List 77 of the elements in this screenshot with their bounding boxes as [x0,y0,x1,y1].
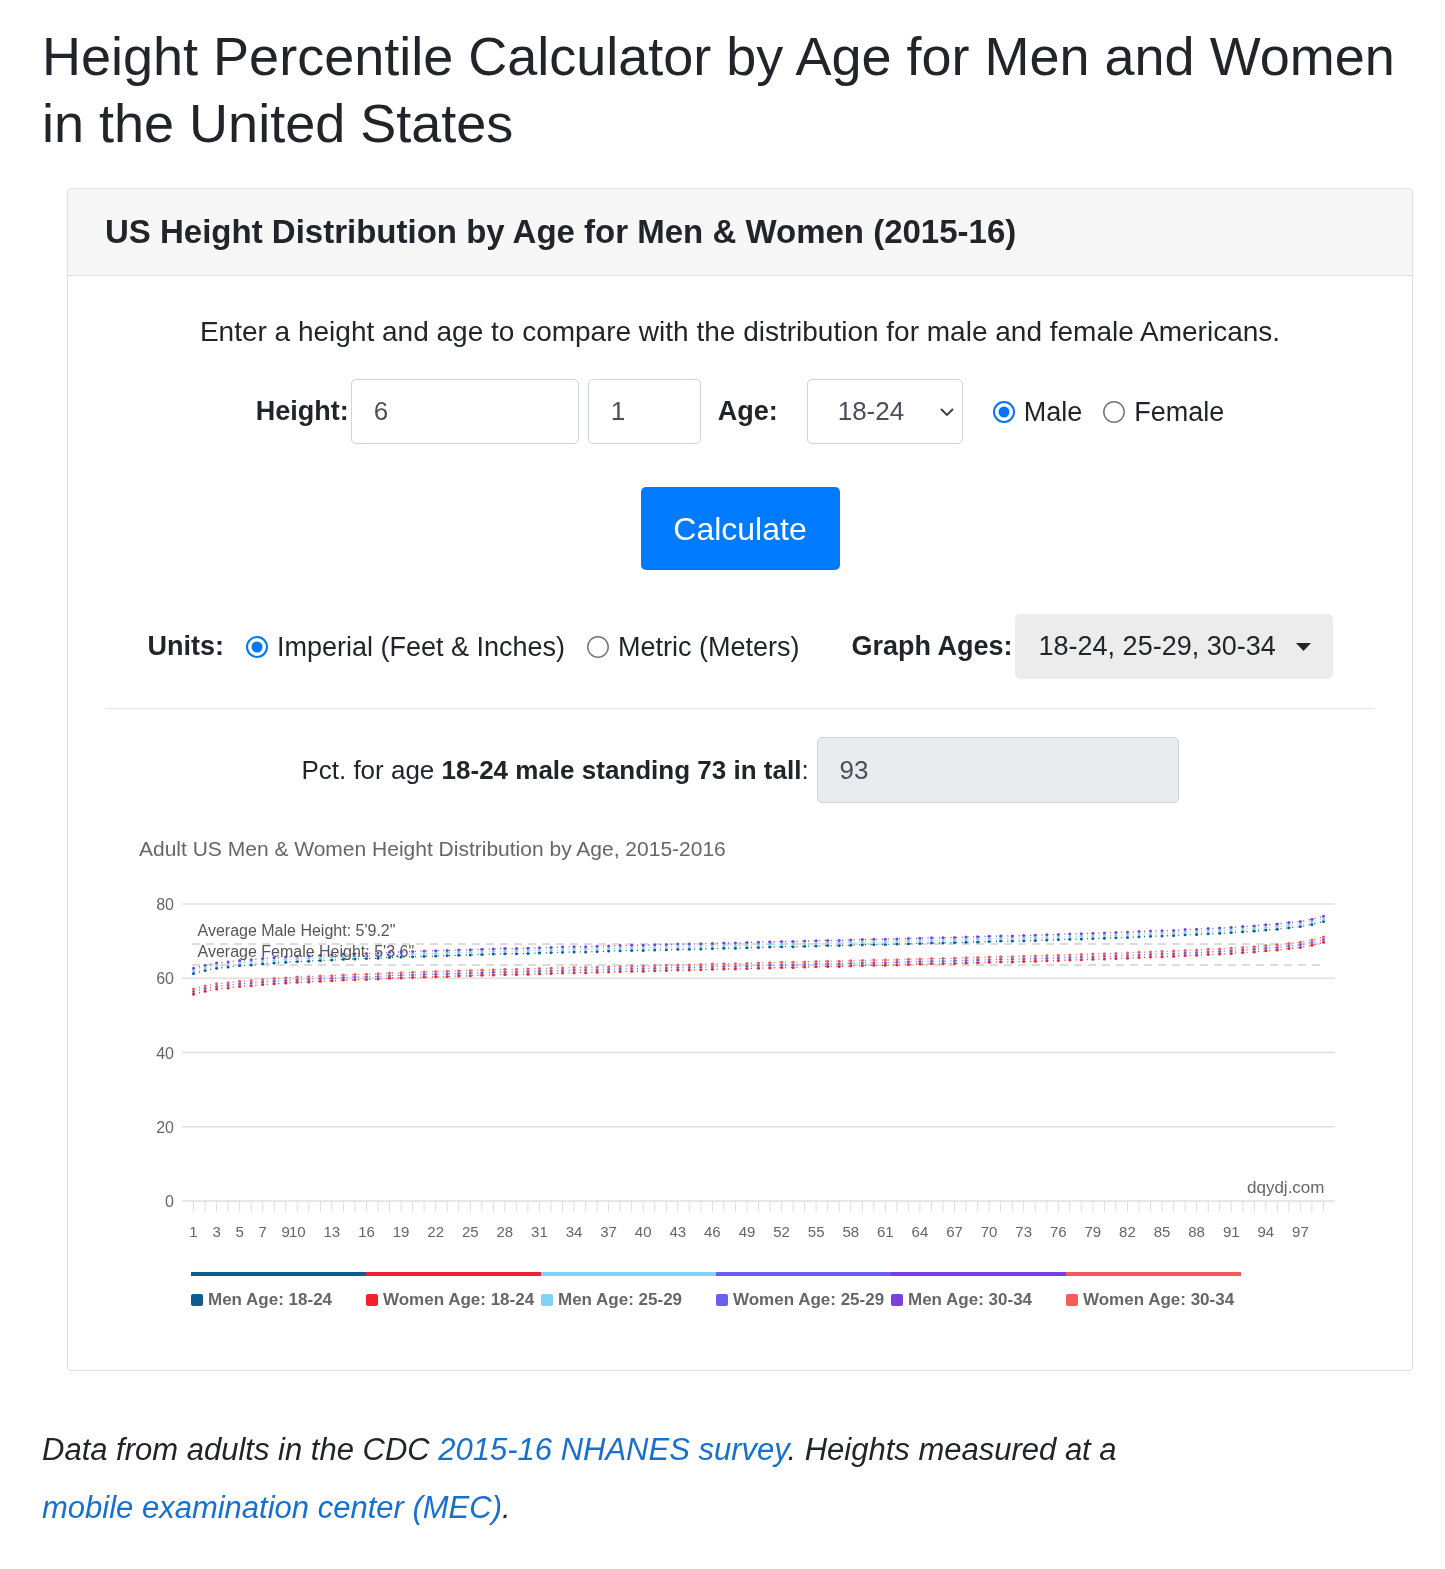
x-axis-label: 67 [946,1223,963,1240]
x-axis-label: 28 [496,1223,514,1240]
graph-ages-label: Graph Ages: [851,630,1013,664]
x-axis-label: 3 [212,1223,221,1240]
x-axis-label: 31 [531,1223,548,1240]
radio-button-icon[interactable] [1103,400,1126,423]
x-axis-label: 76 [1049,1223,1067,1240]
legend-label: Men Age: 30-34 [908,1289,1033,1311]
age-label: Age: [717,395,778,429]
radio-option[interactable]: Male [992,394,1083,429]
radio-option[interactable]: Metric (Meters) [587,629,800,664]
credit-label: dqydj.com [1247,1178,1325,1197]
x-axis-label: 34 [565,1223,583,1240]
result-label: Pct. for age 18-24 male standing 73 in tall: [301,753,809,787]
y-axis-label: 20 [156,1118,174,1136]
x-axis-label: 10 [288,1223,306,1240]
annotation-label: Average Female Height: 5'3.6" [197,942,415,960]
x-axis-label: 22 [427,1223,444,1240]
legend-label: Men Age: 25-29 [558,1289,683,1311]
height-inches-input[interactable]: 1 [587,379,701,444]
x-axis-label: 58 [842,1223,860,1240]
y-axis-label: 40 [156,1044,174,1062]
x-axis-label: 82 [1119,1223,1136,1240]
y-axis-label: 60 [156,970,174,988]
height-feet-input[interactable]: 6 [350,379,579,444]
x-axis-label: 5 [235,1223,244,1240]
card-title: US Height Distribution by Age for Men & Women (2015-16) [105,212,1017,253]
x-axis-label: 43 [669,1223,687,1240]
chevron-down-icon [939,407,954,416]
result-output[interactable]: 93 [816,737,1179,803]
units-label: Units: [147,630,224,664]
x-axis-label: 46 [704,1223,721,1240]
radio-button-icon[interactable] [587,635,610,658]
radio-button-icon[interactable] [245,635,268,658]
link[interactable]: mobile examination center (MEC) [42,1490,502,1525]
calculate-button[interactable]: Calculate [640,487,840,570]
x-axis-label: 97 [1292,1223,1309,1240]
x-axis-label: 13 [323,1223,341,1240]
x-axis-label: 73 [1015,1223,1033,1240]
footnote-text: Data from adults in the CDC 2015-16 NHANES survey. Heights measured at a mobile examination center (MEC). [42,1431,1118,1527]
caret-down-icon [1295,642,1311,651]
x-axis-label: 37 [600,1223,617,1240]
x-axis-label: 64 [911,1223,929,1240]
x-axis-label: 1 [189,1223,198,1240]
x-axis-label: 88 [1188,1223,1205,1240]
link[interactable]: 2015-16 NHANES survey [438,1432,788,1467]
age-select[interactable]: 18-24 [806,379,963,444]
x-axis-label: 55 [807,1223,825,1240]
x-axis-label: 9 [281,1223,290,1240]
x-axis-label: 91 [1222,1223,1240,1240]
y-axis-label: 0 [165,1193,174,1210]
x-axis-label: 16 [358,1223,375,1240]
y-axis-label: 80 [156,896,174,913]
x-axis-label: 79 [1084,1223,1102,1240]
x-axis-label: 85 [1153,1223,1171,1240]
x-axis-label: 94 [1257,1223,1275,1240]
height-label: Height: [255,395,349,429]
x-axis-label: 40 [634,1223,652,1240]
chart-title: Adult US Men & Women Height Distribution by Age, 2015-2016 [139,836,726,862]
x-axis-label: 49 [738,1223,756,1240]
graph-ages-dropdown[interactable]: 18-24, 25-29, 30-34 [1014,614,1333,679]
x-axis-label: 61 [877,1223,894,1240]
x-axis-label: 52 [773,1223,790,1240]
page-title: Height Percentile Calculator by Age for Men and Women in the United States [42,25,1396,155]
legend-label: Women Age: 18-24 [383,1289,535,1311]
legend-label: Women Age: 25-29 [733,1289,885,1311]
annotation-label: Average Male Height: 5'9.2" [197,922,396,940]
x-axis-label: 25 [461,1223,479,1240]
radio-button-icon[interactable] [992,400,1015,423]
x-axis-label: 19 [392,1223,410,1240]
radio-option[interactable]: Female [1103,394,1225,429]
x-axis-label: 70 [980,1223,998,1240]
radio-option[interactable]: Imperial (Feet & Inches) [245,629,566,664]
intro-text: Enter a height and age to compare with the distribution for male and female Americans. [198,315,1282,349]
legend-label: Women Age: 30-34 [1083,1289,1235,1311]
x-axis-label: 7 [258,1223,267,1240]
legend-label: Men Age: 18-24 [208,1289,333,1311]
